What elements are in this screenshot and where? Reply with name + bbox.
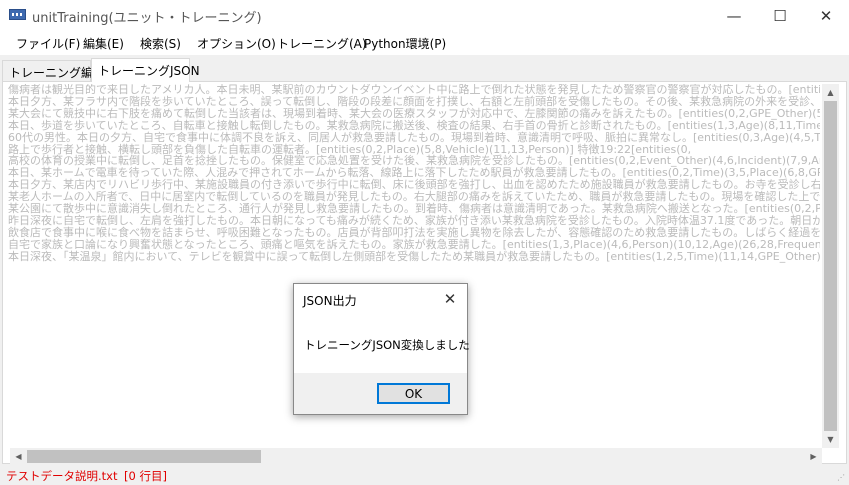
title-bar: unitTraining(ユニット・トレーニング) — ☐ ✕ — [0, 0, 849, 31]
tab-training-edit[interactable]: トレーニング編集 — [2, 60, 105, 81]
minimize-button[interactable]: — — [711, 0, 757, 31]
menu-options[interactable]: オプション(O) — [197, 35, 276, 52]
vertical-scrollbar[interactable]: ▲ ▼ — [822, 84, 839, 448]
status-line-number: [0 行目] — [124, 469, 167, 483]
dialog-title: JSON出力 — [303, 294, 357, 308]
tab-training-json[interactable]: トレーニングJSON — [91, 58, 200, 82]
scroll-left-icon[interactable]: ◀ — [10, 448, 27, 465]
menu-file[interactable]: ファイル(F) — [16, 35, 80, 52]
editor-line: 某大会にて競技中に右下肢を痛めて転倒した当該者は、現場到着時、某大会の医療スタッ… — [8, 106, 820, 120]
horizontal-scroll-thumb[interactable] — [27, 450, 261, 463]
app-icon — [9, 9, 26, 20]
dialog-message: トレニーングJSON変換しました — [304, 338, 470, 352]
status-bar: テストデータ説明.txt [0 行目] ⋰ — [0, 465, 849, 485]
menu-edit[interactable]: 編集(E) — [83, 35, 124, 52]
editor-line: 本日深夜、「某温泉」館内において、テレビを観賞中に誤って転倒し左側頭部を受傷した… — [8, 249, 820, 263]
menu-bar: ファイル(F) 編集(E) 検索(S) オプション(O) トレーニング(A) P… — [0, 31, 849, 55]
close-button[interactable]: ✕ — [803, 0, 849, 31]
editor-line: 飲食店で食事中に喉に食べ物を詰まらせ、呼吸困難となったもの。店員が背部叩打法を実… — [8, 225, 820, 239]
dialog-body: トレニーングJSON変換しました — [294, 315, 470, 373]
scroll-right-icon[interactable]: ▶ — [805, 448, 822, 465]
menu-training[interactable]: トレーニング(A) — [277, 35, 367, 52]
dialog-close-button[interactable]: ✕ — [439, 288, 461, 310]
editor-line: 本日、歩道を歩いていたところ、自転車と接触し転倒したもの。某救急病院に搬送後、検… — [8, 118, 820, 132]
editor-line: 60代の男性。本日の夕方、自宅で食事中に体調不良を訴え、同居人が救急要請したもの… — [8, 130, 820, 144]
dialog-title-bar: JSON出力 ✕ — [294, 284, 467, 315]
json-output-dialog: JSON出力 ✕ トレニーングJSON変換しました OK — [293, 283, 470, 415]
dialog-ok-button[interactable]: OK — [377, 383, 450, 404]
horizontal-scrollbar[interactable]: ◀ ▶ — [10, 448, 822, 465]
tab-strip: トレーニング編集 トレーニングJSON — [0, 58, 849, 82]
scroll-up-icon[interactable]: ▲ — [822, 84, 839, 101]
maximize-button[interactable]: ☐ — [757, 0, 803, 31]
window-title: unitTraining(ユニット・トレーニング) — [32, 11, 262, 26]
vertical-scroll-thumb[interactable] — [824, 101, 837, 431]
status-filename: テストデータ説明.txt — [6, 469, 118, 483]
resize-grip-icon[interactable]: ⋰ — [837, 473, 847, 483]
menu-python-env[interactable]: Python環境(P) — [364, 35, 446, 52]
scroll-down-icon[interactable]: ▼ — [822, 431, 839, 448]
editor-line: 自宅で家族と口論になり興奮状態となったところ、頭痛と嘔気を訴えたもの。家族が救急… — [8, 237, 820, 251]
menu-search[interactable]: 検索(S) — [140, 35, 181, 52]
